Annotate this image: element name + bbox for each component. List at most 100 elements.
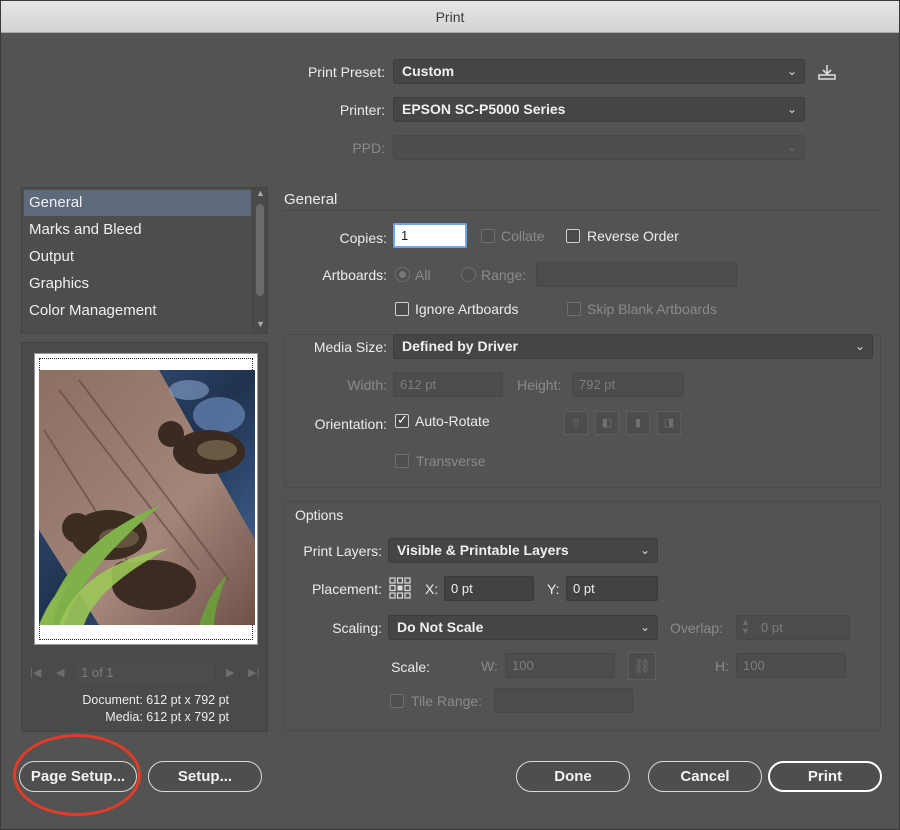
- save-preset-icon[interactable]: [817, 63, 837, 81]
- chevron-down-icon: ⌄: [639, 543, 650, 557]
- printer-value: EPSON SC-P5000 Series: [402, 101, 566, 117]
- window-title: Print: [1, 1, 899, 33]
- category-list[interactable]: General Marks and Bleed Output Graphics …: [21, 187, 268, 334]
- landscape-flipped-icon[interactable]: ◨: [657, 411, 681, 435]
- print-dialog: Print Print Preset: Custom ⌄ Printer: EP…: [0, 0, 900, 830]
- chevron-down-icon: ⌄: [786, 140, 797, 154]
- chevron-down-icon: ⌄: [854, 339, 865, 353]
- first-page-icon[interactable]: |◀: [30, 666, 41, 679]
- tile-range-label: Tile Range:: [411, 693, 483, 709]
- landscape-icon[interactable]: ◧: [595, 411, 619, 435]
- height-label: Height:: [517, 377, 562, 393]
- transverse-checkbox[interactable]: [395, 454, 409, 468]
- scaling-select[interactable]: Do Not Scale ⌄: [388, 615, 658, 640]
- ppd-label: PPD:: [352, 140, 385, 156]
- auto-rotate-label: Auto-Rotate: [415, 413, 490, 429]
- print-layers-select[interactable]: Visible & Printable Layers ⌄: [388, 538, 658, 563]
- skip-blank-artboards-label: Skip Blank Artboards: [587, 301, 717, 317]
- copies-input[interactable]: 1: [393, 223, 467, 248]
- artboards-range-radio[interactable]: [461, 267, 476, 282]
- media-size-label: Media Size:: [313, 339, 387, 355]
- overlap-input[interactable]: 0 pt: [736, 615, 850, 640]
- tile-range-input[interactable]: [494, 688, 633, 713]
- printer-label: Printer:: [339, 102, 385, 118]
- scale-height-input[interactable]: 100: [736, 653, 846, 678]
- chevron-down-icon: ⌄: [786, 64, 797, 78]
- copies-label: Copies:: [339, 230, 387, 246]
- scale-width-input[interactable]: 100: [505, 653, 615, 678]
- portrait-icon[interactable]: ▯: [564, 411, 588, 435]
- tile-range-checkbox[interactable]: [390, 694, 404, 708]
- reverse-order-checkbox[interactable]: [566, 229, 580, 243]
- reverse-order-label: Reverse Order: [587, 228, 679, 244]
- media-size-select[interactable]: Defined by Driver ⌄: [393, 334, 873, 359]
- document-size: Document: 612 pt x 792 pt: [82, 693, 229, 707]
- media-size-value: Defined by Driver: [402, 338, 518, 354]
- chevron-down-icon: ⌄: [639, 620, 650, 634]
- collate-label: Collate: [501, 228, 545, 244]
- print-preset-select[interactable]: Custom ⌄: [393, 59, 805, 84]
- cancel-button[interactable]: Cancel: [648, 761, 762, 792]
- print-preset-label: Print Preset:: [307, 64, 385, 80]
- ppd-select: ⌄: [393, 135, 805, 160]
- overlap-label: Overlap:: [670, 620, 723, 636]
- printer-select[interactable]: EPSON SC-P5000 Series ⌄: [393, 97, 805, 122]
- annotation-circle: [13, 734, 141, 816]
- artboards-range-label: Range:: [481, 267, 527, 283]
- height-input[interactable]: 792 pt: [572, 372, 684, 397]
- options-heading: Options: [295, 507, 344, 523]
- transverse-label: Transverse: [416, 453, 486, 469]
- artboards-label: Artboards:: [322, 267, 387, 283]
- next-page-icon[interactable]: ▶: [226, 666, 234, 679]
- scaling-label: Scaling:: [332, 620, 382, 636]
- artboards-all-label: All: [415, 267, 431, 283]
- print-preset-value: Custom: [402, 63, 455, 79]
- preview-image: [39, 370, 255, 625]
- last-page-icon[interactable]: ▶|: [248, 666, 259, 679]
- constrain-link-icon[interactable]: ⛓: [628, 652, 656, 680]
- sidebar-item-color-management[interactable]: Color Management: [24, 298, 251, 324]
- sidebar-item-general[interactable]: General: [24, 190, 251, 216]
- orientation-label: Orientation:: [314, 416, 387, 432]
- print-preview: |◀ ◀ 1 of 1 ▶ ▶| Document: 612 pt x 792 …: [21, 342, 268, 732]
- ignore-artboards-checkbox[interactable]: [395, 302, 409, 316]
- media-size-readout: Media: 612 pt x 792 pt: [105, 710, 229, 724]
- page-number-field[interactable]: 1 of 1: [74, 660, 216, 685]
- artboard-range-input[interactable]: [536, 262, 737, 287]
- scroll-thumb[interactable]: [256, 204, 264, 296]
- scroll-up-icon[interactable]: ▲: [256, 188, 265, 198]
- sidebar-item-graphics[interactable]: Graphics: [24, 271, 251, 297]
- list-scrollbar[interactable]: ▲ ▼: [252, 188, 267, 333]
- chevron-down-icon: ⌄: [786, 102, 797, 116]
- prev-page-icon[interactable]: ◀: [56, 666, 64, 679]
- overlap-stepper-icon[interactable]: ▲ ▼: [741, 618, 750, 636]
- sidebar-item-marks-and-bleed[interactable]: Marks and Bleed: [24, 217, 251, 243]
- sidebar-item-output[interactable]: Output: [24, 244, 251, 270]
- y-input[interactable]: 0 pt: [566, 576, 658, 601]
- ignore-artboards-label: Ignore Artboards: [415, 301, 519, 317]
- x-label: X:: [425, 581, 439, 597]
- scale-label: Scale:: [391, 659, 430, 675]
- general-divider: [284, 210, 881, 211]
- auto-rotate-checkbox[interactable]: [395, 412, 409, 428]
- w-label: W:: [481, 658, 498, 674]
- print-layers-label: Print Layers:: [303, 543, 382, 559]
- y-label: Y:: [547, 581, 560, 597]
- artboards-all-radio[interactable]: [395, 267, 410, 282]
- placement-label: Placement:: [311, 581, 382, 597]
- scaling-value: Do Not Scale: [397, 619, 484, 635]
- done-button[interactable]: Done: [516, 761, 630, 792]
- preview-page[interactable]: [34, 353, 258, 645]
- general-heading: General: [284, 191, 338, 208]
- placement-grid-icon[interactable]: [388, 576, 412, 600]
- skip-blank-artboards-checkbox[interactable]: [567, 302, 581, 316]
- collate-checkbox[interactable]: [481, 229, 495, 243]
- print-layers-value: Visible & Printable Layers: [397, 542, 569, 558]
- print-button[interactable]: Print: [768, 761, 882, 792]
- width-input[interactable]: 612 pt: [393, 372, 503, 397]
- width-label: Width:: [347, 377, 387, 393]
- scroll-down-icon[interactable]: ▼: [256, 319, 265, 329]
- portrait-flipped-icon[interactable]: ▮: [626, 411, 650, 435]
- setup-button[interactable]: Setup...: [148, 761, 262, 792]
- x-input[interactable]: 0 pt: [444, 576, 534, 601]
